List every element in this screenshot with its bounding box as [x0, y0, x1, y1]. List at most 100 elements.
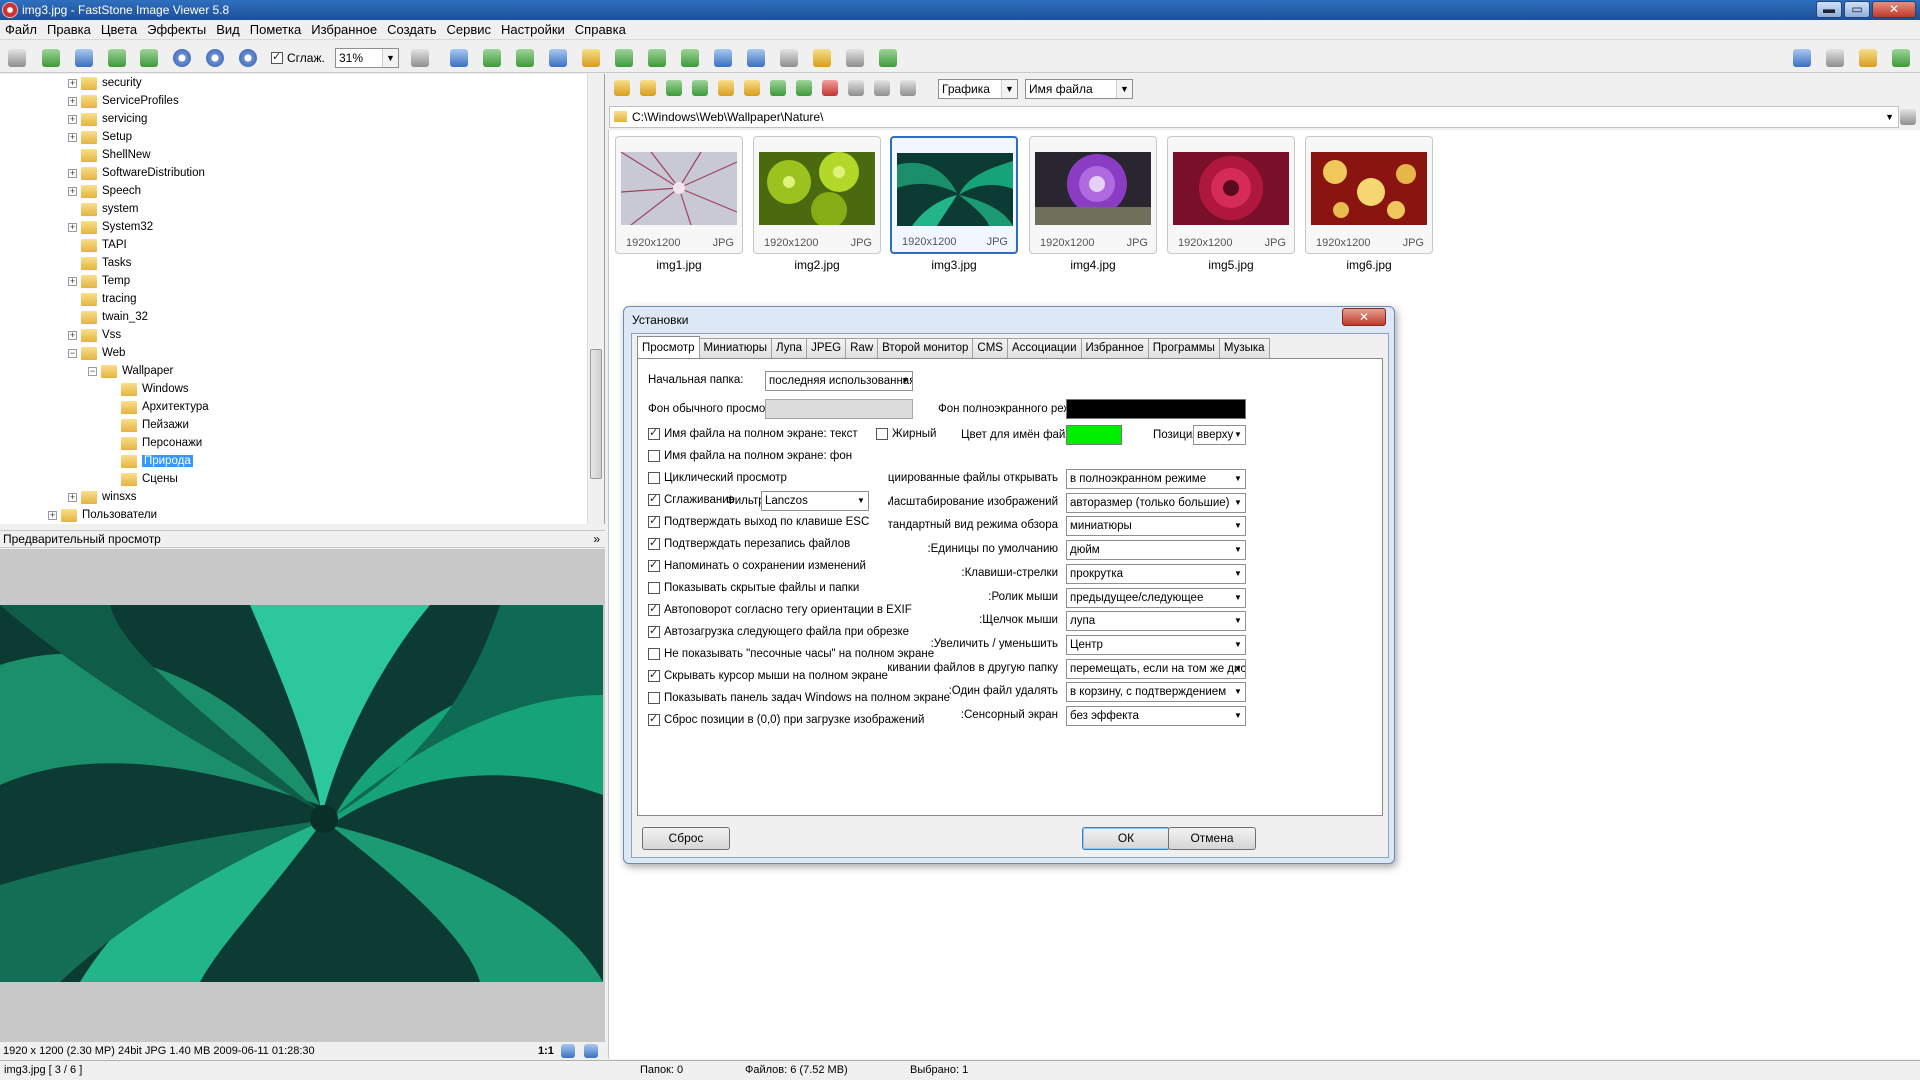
details-view-icon[interactable]	[900, 80, 916, 96]
up-folder-icon[interactable]	[666, 80, 682, 96]
option-checkbox-row[interactable]: Автозагрузка следующего файла при обрезк…	[648, 624, 909, 638]
option-combo[interactable]: в корзину, с подтверждением ▼	[1066, 682, 1246, 703]
thumbnail-img5[interactable]: 1920x1200 JPG	[1167, 136, 1295, 254]
tree-item[interactable]: system	[68, 200, 138, 218]
collapse-icon[interactable]: »	[593, 531, 600, 548]
slideshow-icon[interactable]	[879, 49, 897, 67]
path-bar[interactable]: C:\Windows\Web\Wallpaper\Nature\ ▼	[609, 106, 1899, 128]
resize-icon[interactable]	[714, 49, 732, 67]
expand-toggle-icon[interactable]: +	[68, 96, 77, 106]
open-folder-icon[interactable]	[42, 49, 60, 67]
thumbnail-img4[interactable]: 1920x1200 JPG	[1029, 136, 1157, 254]
fullscreen-bg-color-swatch[interactable]	[1066, 399, 1246, 419]
tab-view[interactable]: Просмотр	[637, 336, 700, 358]
thumb-name[interactable]: img3.jpg	[890, 258, 1018, 272]
tree-item[interactable]: + Speech	[68, 182, 141, 200]
option-checkbox-row[interactable]: Сглаживание	[648, 492, 735, 506]
scrollbar-thumb[interactable]	[590, 349, 602, 479]
expand-toggle-icon[interactable]: −	[68, 348, 77, 358]
option-checkbox-row[interactable]: Автоповорот согласно тегу ориентации в E…	[648, 602, 912, 616]
menu-view[interactable]: Вид	[211, 22, 245, 37]
compare-icon[interactable]	[549, 49, 567, 67]
position-combo[interactable]: вверху ▼	[1193, 425, 1246, 445]
layout-3-icon[interactable]	[1859, 49, 1877, 67]
tree-item[interactable]: + ServiceProfiles	[68, 92, 179, 110]
menu-edit[interactable]: Правка	[42, 22, 96, 37]
tab-music[interactable]: Музыка	[1218, 338, 1270, 358]
tree-item[interactable]: twain_32	[68, 308, 148, 326]
save-icon[interactable]	[75, 49, 93, 67]
rotate-left-icon[interactable]	[648, 49, 666, 67]
tree-item[interactable]: tracing	[68, 290, 137, 308]
tab-jpeg[interactable]: JPEG	[806, 338, 847, 358]
tree-item[interactable]: TAPI	[68, 236, 127, 254]
tree-item[interactable]: Сцены	[108, 470, 178, 488]
tree-item[interactable]: + winsxs	[68, 488, 137, 506]
expand-toggle-icon[interactable]: −	[88, 366, 97, 376]
option-checkbox-row[interactable]: Скрывать курсор мыши на полном экране	[648, 668, 888, 682]
tree-item[interactable]: − Web	[68, 344, 125, 362]
back-arrow-icon[interactable]	[614, 80, 630, 96]
normal-bg-color-swatch[interactable]	[765, 399, 913, 419]
option-checkbox-row[interactable]: Подтверждать перезапись файлов	[648, 536, 850, 550]
expand-toggle-icon[interactable]: +	[68, 186, 77, 196]
expand-toggle-icon[interactable]: +	[68, 78, 77, 88]
expand-toggle-icon[interactable]: +	[68, 114, 77, 124]
tree-item[interactable]: Пейзажи	[108, 416, 189, 434]
expand-toggle-icon[interactable]: +	[68, 330, 77, 340]
option-checkbox-row[interactable]: Имя файла на полном экране: фон	[648, 450, 852, 462]
start-folder-combo[interactable]: последняя использованная ▼	[765, 371, 913, 391]
option-checkbox-row[interactable]: Циклический просмотр	[648, 472, 787, 484]
minimize-button[interactable]: ▬	[1816, 1, 1842, 18]
tree-item[interactable]: + security	[68, 74, 142, 92]
expand-toggle-icon[interactable]: +	[68, 132, 77, 142]
tree-item[interactable]: ShellNew	[68, 146, 151, 164]
tree-item[interactable]: + Temp	[68, 272, 130, 290]
option-checkbox[interactable]	[648, 472, 660, 484]
thumb-name[interactable]: img4.jpg	[1029, 258, 1157, 272]
fullscreen-preview-icon[interactable]	[584, 1044, 598, 1058]
menu-settings[interactable]: Настройки	[496, 22, 570, 37]
menu-colors[interactable]: Цвета	[96, 22, 142, 37]
option-checkbox-row[interactable]: Имя файла на полном экране: текст	[648, 426, 858, 440]
thumbnail-img3[interactable]: 1920x1200 JPG	[890, 136, 1018, 254]
tab-magnifier[interactable]: Лупа	[771, 338, 808, 358]
tree-item[interactable]: − Wallpaper	[88, 362, 173, 380]
tree-item[interactable]: + Пользователи	[48, 506, 157, 524]
tree-item[interactable]: + System32	[68, 218, 153, 236]
tab-raw[interactable]: Raw	[845, 338, 879, 358]
menu-tools[interactable]: Сервис	[442, 22, 497, 37]
ratio-button[interactable]: 1:1	[538, 1042, 554, 1060]
option-combo[interactable]: перемещать, если на том же диске ▼	[1066, 658, 1246, 679]
layout-1-icon[interactable]	[1793, 49, 1811, 67]
thumbnail-img6[interactable]: 1920x1200 JPG	[1305, 136, 1433, 254]
cancel-button[interactable]: Отмена	[1168, 827, 1256, 850]
export-icon[interactable]	[140, 49, 158, 67]
thumbnails-view-icon[interactable]	[848, 80, 864, 96]
option-checkbox[interactable]	[648, 582, 660, 594]
fit-preview-icon[interactable]	[561, 1044, 575, 1058]
option-checkbox[interactable]	[648, 492, 660, 506]
tree-item[interactable]: + servicing	[68, 110, 147, 128]
fit-icon[interactable]	[450, 49, 468, 67]
reset-button[interactable]: Сброс	[642, 827, 730, 850]
option-checkbox[interactable]	[648, 602, 660, 616]
option-checkbox-row[interactable]: Показывать скрытые файлы и папки	[648, 582, 859, 594]
filter-combo[interactable]: Lanczos ▼	[761, 491, 869, 511]
thumb-name[interactable]: img2.jpg	[753, 258, 881, 272]
option-checkbox-row[interactable]: Напоминать о сохранении изменений	[648, 558, 866, 572]
option-checkbox[interactable]	[648, 426, 660, 440]
option-checkbox[interactable]	[648, 624, 660, 638]
tree-item[interactable]: + Vss	[68, 326, 121, 344]
expand-toggle-icon[interactable]: +	[48, 510, 57, 520]
bold-checkbox-row[interactable]: Жирный	[876, 428, 936, 440]
thumb-name[interactable]: img5.jpg	[1167, 258, 1295, 272]
tab-cms[interactable]: CMS	[972, 338, 1008, 358]
tree-item[interactable]: Windows	[108, 380, 189, 398]
zoom-combo[interactable]: 31% ▼	[335, 48, 399, 68]
layout-2-icon[interactable]	[1826, 49, 1844, 67]
dialog-close-button[interactable]: ✕	[1342, 308, 1386, 326]
sync-folder-icon[interactable]	[796, 80, 812, 96]
thumbnail-img1[interactable]: 1920x1200 JPG	[615, 136, 743, 254]
copy-icon[interactable]	[516, 49, 534, 67]
